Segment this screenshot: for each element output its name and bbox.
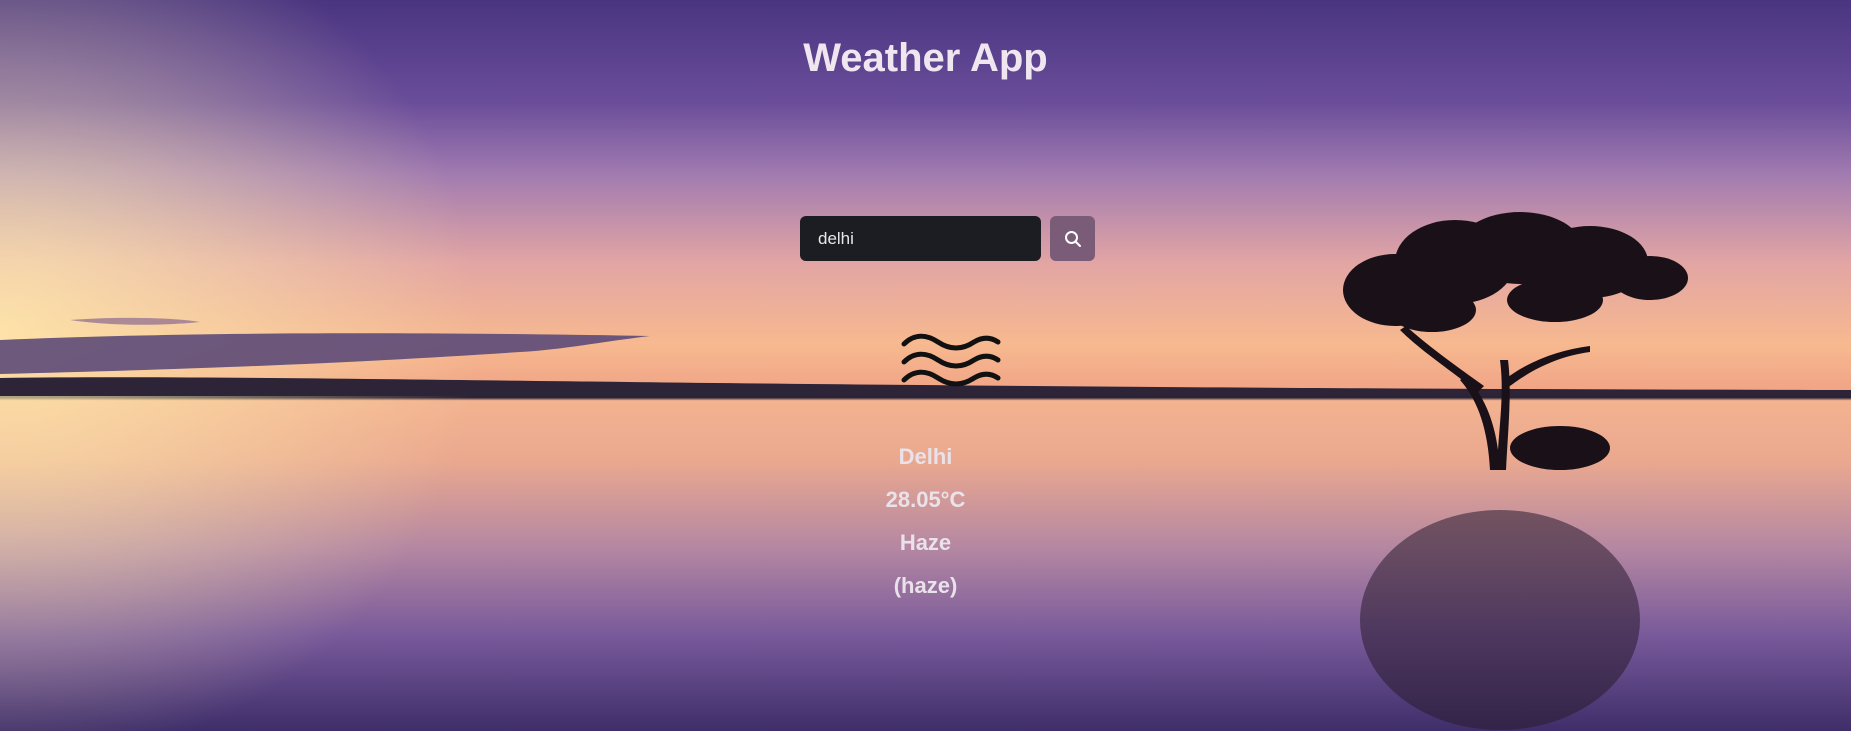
city-name: Delhi	[898, 444, 953, 469]
search-icon	[1064, 230, 1081, 247]
tree-silhouette	[1343, 212, 1688, 470]
search-bar	[800, 216, 1095, 261]
weather-info: Delhi 28.05°C Haze (haze)	[0, 440, 1851, 612]
haze-icon	[901, 333, 1001, 387]
temperature: 28.05°C	[885, 487, 966, 512]
search-button[interactable]	[1050, 216, 1095, 261]
weather-description: (haze)	[893, 573, 958, 598]
weather-condition: Haze	[899, 530, 952, 555]
page-title: Weather App	[803, 36, 1048, 80]
search-input[interactable]	[800, 216, 1041, 261]
